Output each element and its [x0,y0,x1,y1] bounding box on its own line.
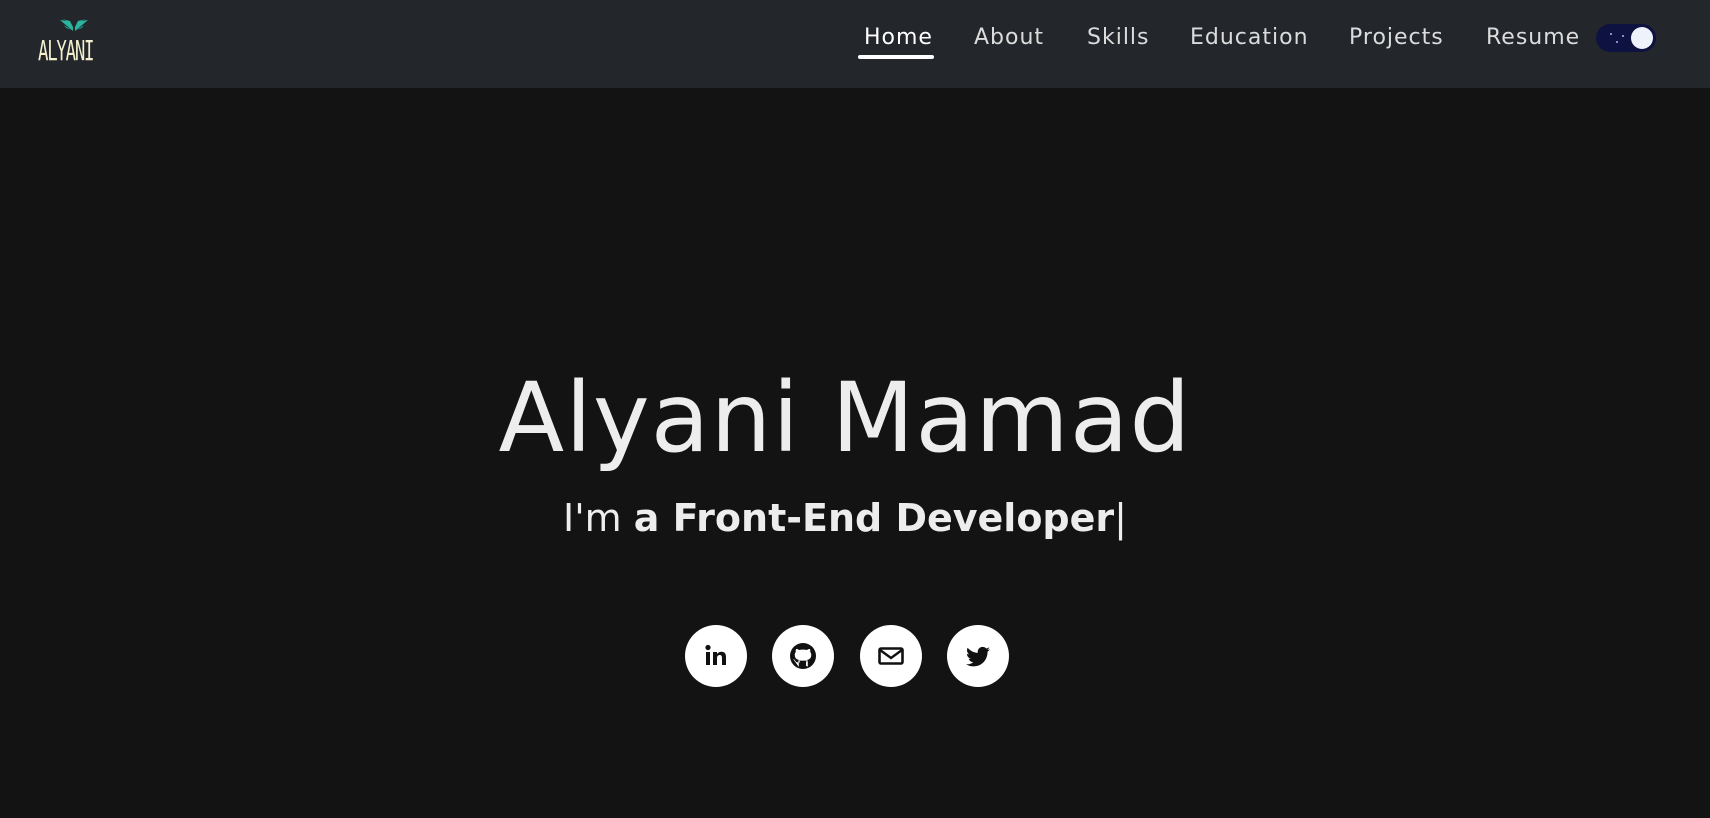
star-dot [1610,33,1612,35]
nav-skills[interactable]: Skills [1087,20,1150,56]
moon-icon [1631,27,1653,49]
theme-toggle[interactable] [1596,24,1656,52]
nav-about[interactable]: About [974,20,1044,56]
hero-name: Alyani Mamad [498,362,1192,474]
star-dot [1616,41,1618,43]
star-dot [1622,35,1624,37]
navbar: ALYANI Home About Skills Education Proje… [0,0,1710,88]
tagline-prefix: I'm [563,496,634,540]
nav-home[interactable]: Home [864,20,933,56]
nav-projects[interactable]: Projects [1349,20,1444,56]
github-button[interactable] [772,625,834,687]
twitter-button[interactable] [947,625,1009,687]
email-button[interactable] [860,625,922,687]
linkedin-icon [705,644,726,665]
nav-education[interactable]: Education [1190,20,1309,56]
twitter-icon [966,646,990,667]
logo-text: ALYANI [38,34,95,67]
mail-icon [878,647,904,665]
site-logo[interactable]: ALYANI [36,16,116,72]
hero-tagline: I'm a Front-End Developer| [0,490,1690,546]
active-nav-underline [858,55,934,59]
nav-resume[interactable]: Resume [1486,20,1580,56]
wings-icon [60,19,88,31]
tagline-role: a Front-End Developer [633,496,1115,540]
github-icon [790,643,816,669]
typing-cursor: | [1114,496,1127,540]
linkedin-button[interactable] [685,625,747,687]
